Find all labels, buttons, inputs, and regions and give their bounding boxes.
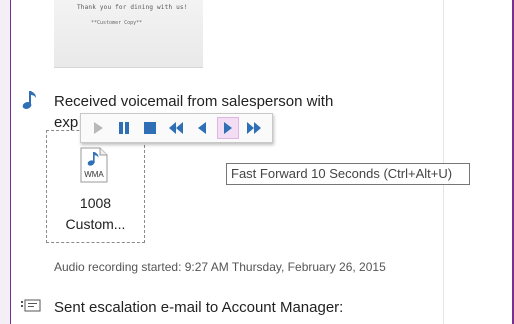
music-note-icon[interactable] — [21, 89, 39, 111]
audio-recording-timestamp: Audio recording started: 9:27 AM Thursda… — [54, 260, 386, 274]
rewind-icon — [169, 122, 183, 134]
audio-playback-toolbar — [80, 113, 273, 143]
step-back-icon — [198, 122, 206, 134]
attachment-name-line2: Custom... — [65, 216, 126, 232]
step-forward-icon — [224, 122, 232, 134]
receipt-image[interactable]: Thank you for dining with us! **Customer… — [54, 0, 203, 68]
attachment-name-line1: 1008 — [79, 195, 112, 211]
fast-forward-10-seconds-button[interactable] — [217, 117, 239, 139]
email-tag-icon[interactable] — [21, 299, 41, 313]
onenote-page: Thank you for dining with us! **Customer… — [0, 0, 514, 324]
fast-forward-icon — [247, 122, 261, 134]
voicemail-note-title[interactable]: Received voicemail from salesperson with — [54, 93, 333, 110]
page-right-margin — [443, 0, 514, 324]
fast-forward-button[interactable] — [243, 117, 265, 139]
pause-button[interactable] — [113, 117, 135, 139]
play-button[interactable] — [87, 117, 109, 139]
rewind-button[interactable] — [165, 117, 187, 139]
play-icon — [94, 122, 103, 134]
stop-button[interactable] — [139, 117, 161, 139]
page-left-border — [0, 0, 11, 324]
escalation-email-note[interactable]: Sent escalation e-mail to Account Manage… — [54, 299, 343, 316]
wma-label: WMA — [84, 170, 104, 179]
stop-icon — [144, 122, 156, 134]
rewind-10-seconds-button[interactable] — [191, 117, 213, 139]
pause-icon — [119, 122, 129, 134]
receipt-thanks-text: Thank you for dining with us! — [77, 4, 188, 11]
voicemail-note-title-continued[interactable]: exp — [54, 114, 78, 131]
wma-file-icon[interactable]: WMA — [79, 147, 109, 183]
receipt-copy-text: **Customer Copy** — [91, 20, 143, 26]
fast-forward-tooltip: Fast Forward 10 Seconds (Ctrl+Alt+U) — [226, 163, 470, 185]
